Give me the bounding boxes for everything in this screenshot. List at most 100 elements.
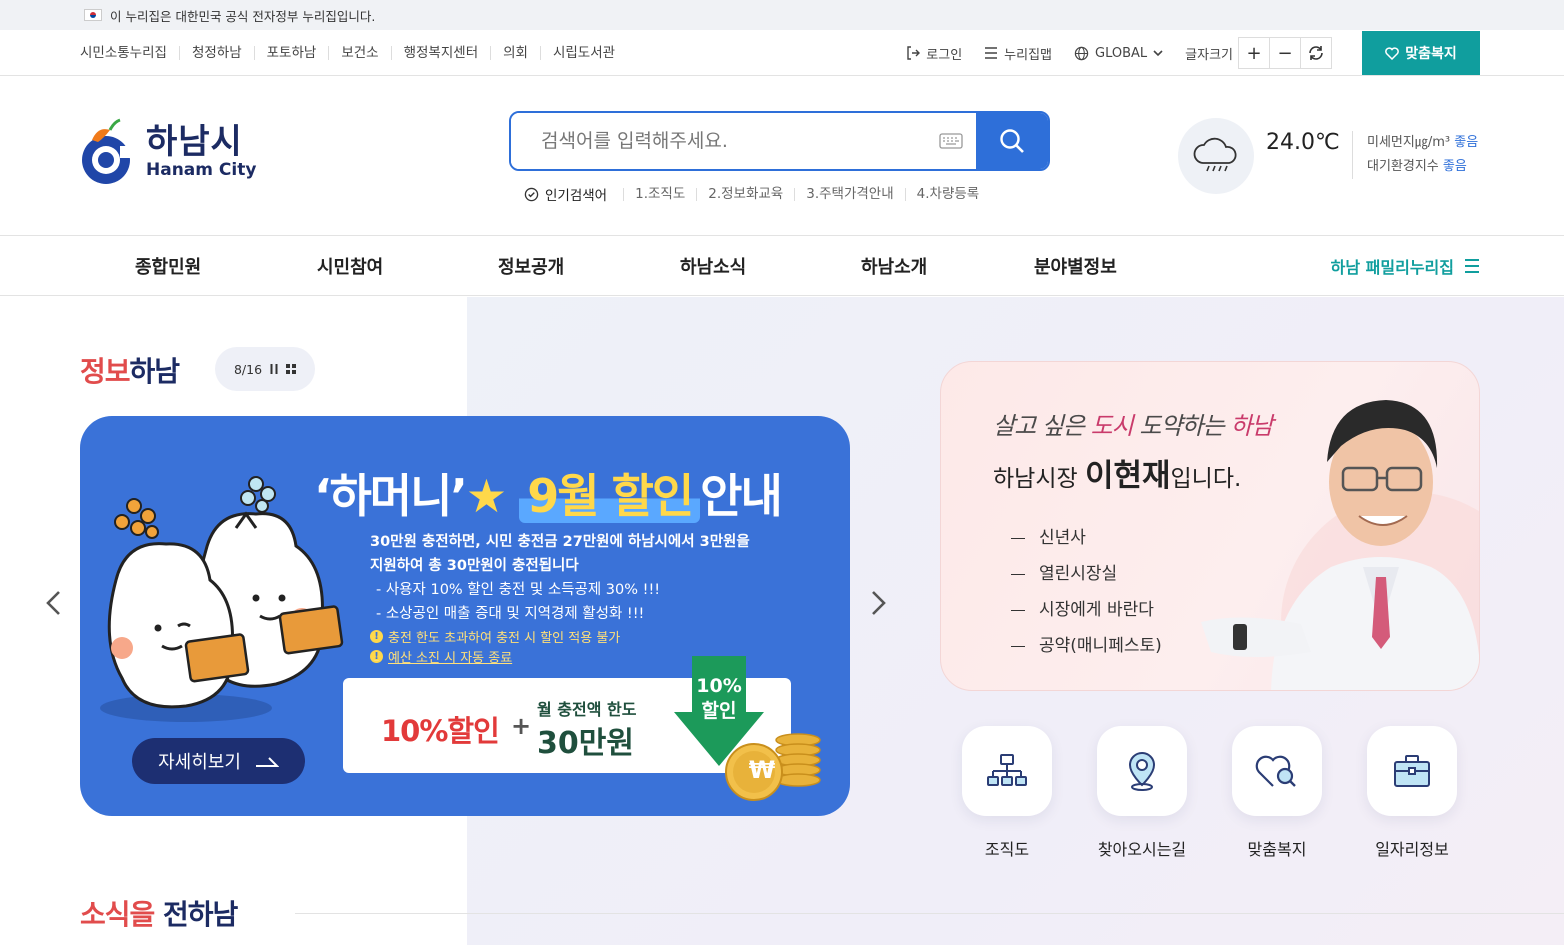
- quick-menu-jobs[interactable]: 일자리정보: [1367, 726, 1457, 860]
- korea-flag-icon: [84, 9, 102, 21]
- gnb-item-disclosure[interactable]: 정보공개: [498, 236, 564, 296]
- family-link[interactable]: 청정하남: [178, 46, 254, 60]
- family-link[interactable]: 시립도서관: [539, 46, 627, 60]
- banner-line-1: 30만원 충전하면, 시민 충전금 27만원에 하남시에서 3만원을: [370, 534, 750, 550]
- banner-limit: 30만원: [537, 726, 634, 761]
- banner-arrow-text: 10% 할인: [692, 674, 746, 724]
- font-reset-button[interactable]: [1300, 37, 1332, 69]
- news-title-navy: 전하남: [154, 898, 238, 931]
- mayor-link-newyear[interactable]: 신년사: [1011, 520, 1162, 556]
- air-quality: 미세먼지㎍/m³ 좋음 대기환경지수 좋음: [1352, 131, 1478, 179]
- news-divider: [295, 913, 1564, 914]
- quick-menu-label: 일자리정보: [1375, 840, 1449, 859]
- chevron-left-icon: [46, 591, 60, 615]
- font-decrease-button[interactable]: −: [1269, 37, 1301, 69]
- quick-menu-welfare[interactable]: 맞춤복지: [1232, 726, 1322, 860]
- chevron-down-icon: [1153, 49, 1163, 56]
- mayor-name: 하남시장 이현재입니다.: [993, 450, 1241, 495]
- dash-icon: [1011, 573, 1025, 575]
- quick-menu-directions[interactable]: 찾아오시는길: [1097, 726, 1187, 860]
- family-link[interactable]: 의회: [490, 46, 540, 60]
- logo-korean-text: 하남시: [146, 122, 243, 162]
- banner-arrow-pct: 10%: [696, 675, 742, 697]
- banner-arrow-word: 할인: [701, 700, 737, 722]
- sitemap-link[interactable]: 누리집맵: [984, 44, 1052, 63]
- banner-pager: 8/16: [215, 347, 315, 391]
- warning-icon: !: [370, 650, 383, 663]
- site-logo[interactable]: 하남시 Hanam City: [80, 116, 256, 186]
- dash-icon: [1011, 645, 1025, 647]
- gnb-item-civil[interactable]: 종합민원: [135, 236, 201, 296]
- quick-menu-box: [1097, 726, 1187, 816]
- login-label: 로그인: [926, 47, 963, 63]
- quick-menu-label: 맞춤복지: [1247, 840, 1307, 859]
- quick-menu-box: [1232, 726, 1322, 816]
- quick-menu-box: [1367, 726, 1457, 816]
- mayor-link-open-office[interactable]: 열린시장실: [1011, 556, 1162, 592]
- dash-icon: [1011, 537, 1025, 539]
- gov-banner: 이 누리집은 대한민국 공식 전자정부 누리집입니다.: [0, 0, 1564, 30]
- gnb-item-participation[interactable]: 시민참여: [317, 236, 383, 296]
- location-pin-icon: [1128, 751, 1156, 791]
- mayor-card: 살고 싶은 도시 도약하는 하남 하남시장 이현재입니다. 신년사 열린시장실 …: [940, 361, 1480, 691]
- popular-keyword[interactable]: 4.차량등록: [904, 187, 991, 201]
- quick-menu-organization[interactable]: 조직도: [962, 726, 1052, 860]
- info-section-title: 정보하남: [80, 350, 181, 390]
- info-title-red: 정보: [80, 355, 131, 388]
- family-links: 시민소통누리집 청정하남 포토하남 보건소 행정복지센터 의회 시립도서관: [80, 30, 627, 76]
- mayor-slogan-b: 도시: [1090, 412, 1134, 440]
- my-welfare-label: 맞춤복지: [1405, 46, 1457, 62]
- mayor-slogan: 살고 싶은 도시 도약하는 하남: [993, 406, 1274, 441]
- font-increase-button[interactable]: +: [1238, 37, 1270, 69]
- mayor-name-post: 입니다.: [1170, 466, 1242, 492]
- family-site-label: 하남 패밀리누리집: [1330, 258, 1454, 277]
- banner-prev-button[interactable]: [40, 586, 66, 620]
- gnb-item-field-info[interactable]: 분야별정보: [1034, 236, 1117, 296]
- chevron-right-icon: [872, 591, 886, 615]
- utility-right: 로그인 누리집맵 GLOBAL 글자크기 + − 맞춤복지: [906, 30, 1480, 76]
- family-link[interactable]: 포토하남: [253, 46, 329, 60]
- banner-discount: 10%할인: [381, 714, 500, 748]
- global-dropdown[interactable]: GLOBAL: [1074, 46, 1163, 61]
- mayor-link-manifesto[interactable]: 공약(매니페스토): [1011, 628, 1162, 664]
- header: 하남시 Hanam City 인기검색어 1.조직도 2.정보화교육 3.주택가…: [0, 76, 1564, 236]
- banner-next-button[interactable]: [866, 586, 892, 620]
- login-link[interactable]: 로그인: [906, 44, 962, 63]
- info-title-navy: 하남: [129, 355, 181, 388]
- hanam-logo-icon: [82, 118, 130, 184]
- gnb-item-news[interactable]: 하남소식: [680, 236, 746, 296]
- family-link[interactable]: 시민소통누리집: [80, 46, 179, 60]
- mayor-slogan-a: 살고 싶은: [993, 412, 1091, 440]
- search-input[interactable]: [511, 113, 926, 169]
- popular-keyword[interactable]: 3.주택가격안내: [794, 187, 904, 201]
- family-link[interactable]: 행정복지센터: [390, 46, 491, 60]
- detail-button[interactable]: 자세히보기: [132, 738, 305, 784]
- banner-warning-2-text: 예산 소진 시 자동 종료: [388, 651, 513, 666]
- popular-keyword[interactable]: 1.조직도: [623, 187, 696, 201]
- popular-keyword[interactable]: 2.정보화교육: [696, 187, 794, 201]
- pager-count: 8/16: [233, 361, 263, 377]
- my-welfare-button[interactable]: 맞춤복지: [1362, 31, 1480, 75]
- mayor-link-requests[interactable]: 시장에게 바란다: [1011, 592, 1162, 628]
- family-site-button[interactable]: 하남 패밀리누리집: [1331, 236, 1480, 296]
- air-value: 좋음: [1442, 159, 1467, 174]
- gnb-item-about[interactable]: 하남소개: [861, 236, 927, 296]
- mayor-link-label: 공약(매니페스토): [1039, 636, 1162, 656]
- grid-view-icon[interactable]: [286, 364, 297, 374]
- search-button[interactable]: [976, 113, 1048, 169]
- coin-symbol: ₩: [748, 756, 776, 784]
- weather-widget: [1178, 118, 1254, 194]
- mayor-name-pre: 하남시장: [993, 466, 1085, 492]
- search-icon: [1000, 129, 1024, 153]
- heart-search-icon: [1255, 755, 1296, 787]
- mayor-slogan-c: 도약하는: [1132, 412, 1231, 440]
- pause-icon[interactable]: [270, 364, 278, 374]
- utility-bar: 시민소통누리집 청정하남 포토하남 보건소 행정복지센터 의회 시립도서관 로그…: [0, 30, 1564, 76]
- cloud-rain-icon: [1193, 137, 1237, 172]
- dust-label: 미세먼지㎍/m³: [1367, 135, 1451, 150]
- family-link[interactable]: 보건소: [328, 46, 390, 60]
- mayor-slogan-d: 하남: [1230, 412, 1273, 440]
- virtual-keyboard-icon[interactable]: [926, 113, 976, 169]
- promo-banner[interactable]: ‘하머니’★ 9월 할인 안내 30만원 충전하면, 시민 충전금 27만원에 하…: [80, 416, 850, 816]
- banner-plus: +: [511, 712, 532, 740]
